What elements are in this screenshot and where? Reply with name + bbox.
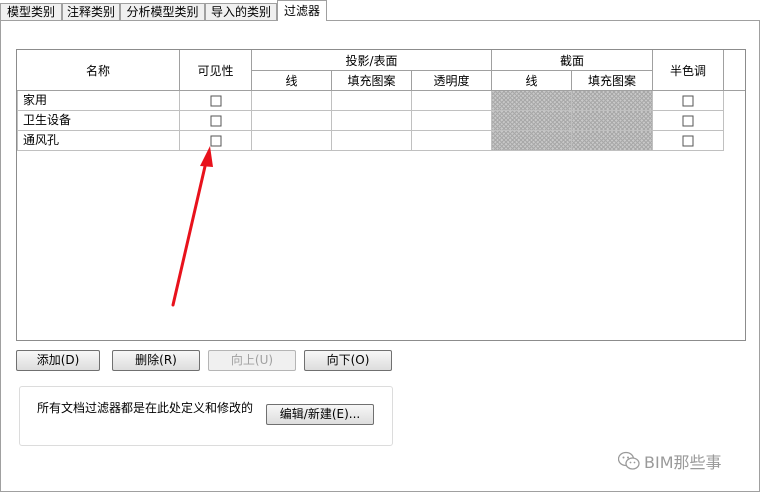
transparency-cell[interactable] bbox=[412, 111, 492, 131]
tab-bar: 模型类别 注释类别 分析模型类别 导入的类别 过滤器 bbox=[0, 0, 761, 21]
filter-name-cell[interactable]: 通风孔 bbox=[17, 131, 180, 151]
tab-imported-categories[interactable]: 导入的类别 bbox=[205, 3, 277, 20]
header-projection-fill-pattern[interactable]: 填充图案 bbox=[332, 71, 412, 91]
visibility-cell bbox=[180, 131, 252, 151]
tab-filters[interactable]: 过滤器 bbox=[277, 0, 327, 21]
move-down-button[interactable]: 向下(O) bbox=[304, 350, 392, 371]
cut-fill-cell bbox=[572, 91, 653, 111]
halftone-cell bbox=[653, 91, 724, 111]
projection-line-cell[interactable] bbox=[252, 131, 332, 151]
visibility-checkbox[interactable] bbox=[210, 115, 221, 126]
tab-model-categories[interactable]: 模型类别 bbox=[0, 3, 62, 20]
visibility-checkbox[interactable] bbox=[210, 95, 221, 106]
filter-name-cell[interactable]: 家用 bbox=[17, 91, 180, 111]
header-cut-fill-pattern[interactable]: 填充图案 bbox=[572, 71, 653, 91]
projection-fill-cell[interactable] bbox=[332, 131, 412, 151]
halftone-checkbox[interactable] bbox=[682, 95, 694, 106]
header-halftone[interactable]: 半色调 bbox=[653, 50, 724, 91]
move-up-button[interactable]: 向上(U) bbox=[208, 350, 296, 371]
filter-name-cell[interactable]: 卫生设备 bbox=[17, 111, 180, 131]
projection-fill-cell[interactable] bbox=[332, 111, 412, 131]
visibility-cell bbox=[180, 91, 252, 111]
header-visibility[interactable]: 可见性 bbox=[180, 50, 252, 91]
cut-fill-cell bbox=[572, 111, 653, 131]
cut-line-cell bbox=[492, 111, 572, 131]
add-button[interactable]: 添加(D) bbox=[16, 350, 100, 371]
header-spacer bbox=[724, 50, 745, 91]
halftone-cell bbox=[653, 131, 724, 151]
tab-annotation-categories[interactable]: 注释类别 bbox=[62, 3, 120, 20]
halftone-checkbox[interactable] bbox=[682, 115, 694, 126]
cut-line-cell bbox=[492, 131, 572, 151]
header-cut: 截面 bbox=[492, 50, 653, 71]
watermark: BIM那些事 bbox=[618, 450, 722, 472]
filter-table: 名称 可见性 投影/表面 线 填充图案 透明度 截面 线 填充图案 半色调 家用… bbox=[16, 49, 746, 341]
cut-fill-cell bbox=[572, 131, 653, 151]
halftone-cell bbox=[653, 111, 724, 131]
table-row[interactable]: 家用 bbox=[17, 91, 724, 111]
visibility-cell bbox=[180, 111, 252, 131]
watermark-text: BIM那些事 bbox=[644, 453, 722, 472]
transparency-cell[interactable] bbox=[412, 91, 492, 111]
cut-line-cell bbox=[492, 91, 572, 111]
edit-new-button[interactable]: 编辑/新建(E)... bbox=[266, 404, 374, 425]
projection-line-cell[interactable] bbox=[252, 111, 332, 131]
header-name[interactable]: 名称 bbox=[17, 50, 180, 91]
wechat-icon bbox=[618, 451, 640, 470]
table-row[interactable]: 通风孔 bbox=[17, 131, 724, 151]
filter-description-text: 所有文档过滤器都是在此处定义和修改的 bbox=[37, 401, 254, 415]
delete-button[interactable]: 删除(R) bbox=[112, 350, 200, 371]
tab-analytical-model-categories[interactable]: 分析模型类别 bbox=[120, 3, 205, 20]
projection-line-cell[interactable] bbox=[252, 91, 332, 111]
table-row[interactable]: 卫生设备 bbox=[17, 111, 724, 131]
visibility-checkbox[interactable] bbox=[210, 135, 221, 146]
header-transparency[interactable]: 透明度 bbox=[412, 71, 492, 91]
halftone-checkbox[interactable] bbox=[682, 135, 694, 146]
projection-fill-cell[interactable] bbox=[332, 91, 412, 111]
transparency-cell[interactable] bbox=[412, 131, 492, 151]
header-projection-line[interactable]: 线 bbox=[252, 71, 332, 91]
header-cut-line[interactable]: 线 bbox=[492, 71, 572, 91]
header-projection-surface: 投影/表面 bbox=[252, 50, 492, 71]
